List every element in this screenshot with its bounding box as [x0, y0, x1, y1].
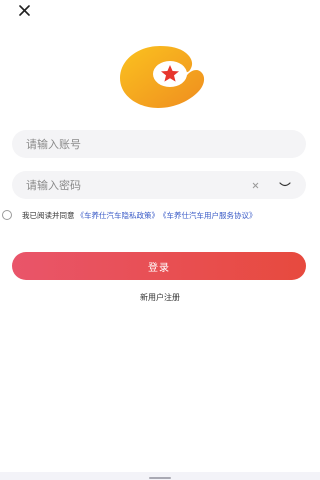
agreement-checkbox[interactable]: [2, 210, 12, 220]
password-field[interactable]: [12, 171, 306, 199]
register-link[interactable]: 新用户注册: [0, 292, 320, 303]
eye-closed-icon[interactable]: [276, 176, 294, 194]
close-icon: [18, 4, 30, 16]
user-service-agreement-link[interactable]: 《车养仕汽车用户服务协议》: [159, 210, 257, 221]
home-indicator: [149, 477, 171, 479]
app-logo: [110, 40, 210, 110]
clear-icon[interactable]: [246, 176, 264, 194]
login-button[interactable]: 登录: [12, 252, 306, 280]
password-input[interactable]: [12, 177, 246, 193]
login-screen: 我已阅读并同意 《车养仕汽车隐私政策》 《车养仕汽车用户服务协议》 登录 新用户…: [0, 0, 320, 480]
account-field[interactable]: [12, 130, 306, 158]
agreement-row: 我已阅读并同意 《车养仕汽车隐私政策》 《车养仕汽车用户服务协议》: [2, 208, 318, 222]
star-c-logo: [120, 46, 205, 108]
close-button[interactable]: [16, 2, 32, 18]
agreement-prefix: 我已阅读并同意: [22, 210, 75, 220]
privacy-policy-link[interactable]: 《车养仕汽车隐私政策》: [77, 210, 160, 221]
account-input[interactable]: [12, 136, 306, 152]
